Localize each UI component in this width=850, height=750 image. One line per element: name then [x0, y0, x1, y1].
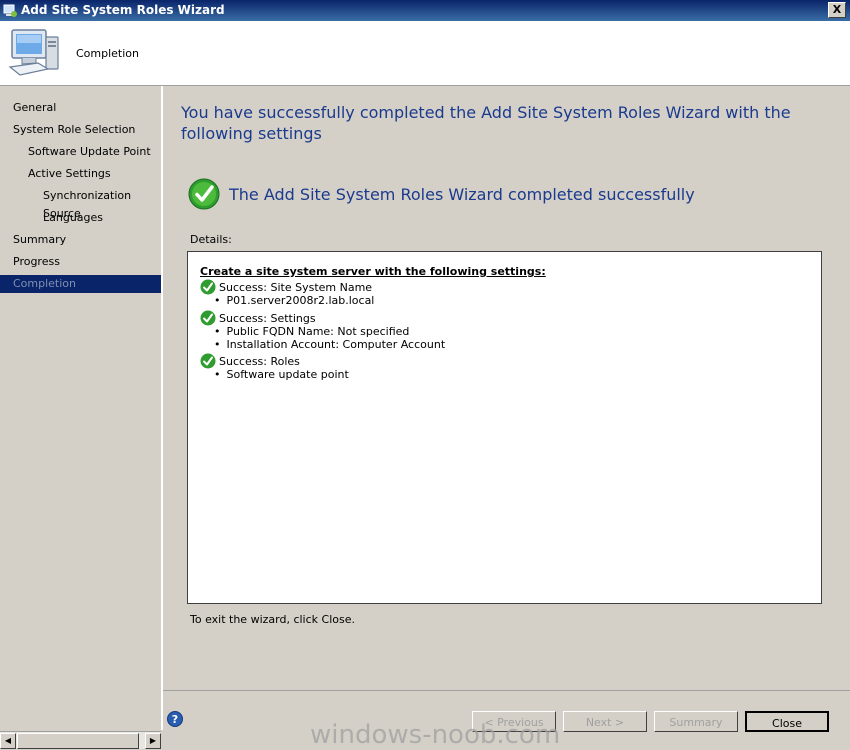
sidebar-item-software-update-point[interactable]: Software Update Point	[28, 143, 151, 161]
window-title: Add Site System Roles Wizard	[21, 3, 225, 17]
next-button[interactable]: Next >	[563, 711, 647, 732]
scroll-left-arrow-icon[interactable]: ◀	[0, 733, 16, 749]
summary-button[interactable]: Summary	[654, 711, 738, 732]
success-check-icon	[200, 279, 216, 295]
result-item: P01.server2008r2.lab.local	[214, 294, 375, 307]
wizard-main-panel: You have successfully completed the Add …	[163, 86, 850, 690]
sidebar-item-system-role-selection[interactable]: System Role Selection	[13, 121, 135, 139]
result-item: Installation Account: Computer Account	[214, 338, 446, 351]
close-window-button[interactable]: X	[828, 2, 846, 18]
scroll-right-arrow-icon[interactable]: ▶	[145, 733, 161, 749]
sidebar-horizontal-scrollbar[interactable]: ◀ ▶	[0, 731, 161, 749]
completion-heading: You have successfully completed the Add …	[181, 103, 791, 143]
success-check-icon	[200, 353, 216, 369]
result-items: Public FQDN Name: Not specified Installa…	[214, 325, 446, 351]
result-item: Software update point	[214, 368, 349, 381]
sidebar-item-completion[interactable]: Completion	[0, 275, 161, 293]
result-title: Success: Roles	[219, 355, 300, 368]
wizard-sidebar: General System Role Selection Software U…	[0, 86, 163, 730]
success-check-icon	[200, 310, 216, 326]
sidebar-item-languages[interactable]: Languages	[43, 209, 103, 227]
sidebar-item-general[interactable]: General	[13, 99, 56, 117]
exit-instruction: To exit the wizard, click Close.	[190, 613, 355, 626]
details-header: Create a site system server with the fol…	[200, 265, 546, 278]
wizard-header: Completion	[0, 21, 850, 86]
result-title: Success: Settings	[219, 312, 316, 325]
success-check-icon	[188, 178, 220, 210]
result-title: Success: Site System Name	[219, 281, 373, 294]
result-items: Software update point	[214, 368, 349, 381]
result-item: Public FQDN Name: Not specified	[214, 325, 445, 338]
result-items: P01.server2008r2.lab.local	[214, 294, 375, 307]
watermark-text: windows-noob.com	[310, 720, 561, 750]
wizard-app-icon	[3, 4, 17, 17]
sidebar-item-active-settings[interactable]: Active Settings	[28, 165, 111, 183]
close-button[interactable]: Close	[745, 711, 829, 732]
svg-text:?: ?	[172, 713, 178, 726]
help-icon[interactable]: ?	[167, 711, 183, 727]
sidebar-item-synchronization-source[interactable]: Synchronization Source	[43, 187, 161, 220]
sidebar-item-summary[interactable]: Summary	[13, 231, 66, 249]
details-label: Details:	[190, 233, 232, 246]
success-message: The Add Site System Roles Wizard complet…	[229, 185, 695, 204]
details-box: Create a site system server with the fol…	[187, 251, 822, 604]
title-bar: Add Site System Roles Wizard X	[0, 0, 850, 21]
sidebar-item-progress[interactable]: Progress	[13, 253, 60, 271]
computer-icon	[8, 29, 59, 76]
page-title: Completion	[76, 47, 140, 60]
scrollbar-thumb[interactable]	[17, 733, 139, 749]
